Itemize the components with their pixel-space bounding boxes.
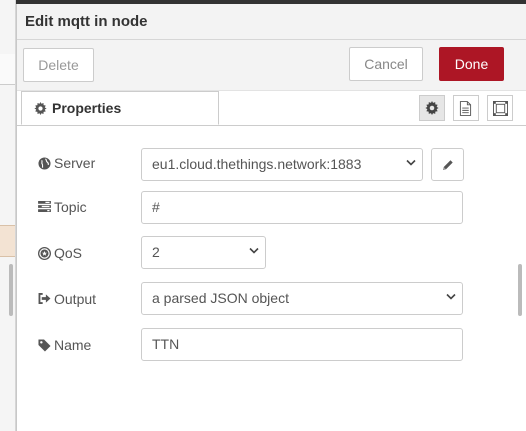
cancel-button[interactable]: Cancel (349, 47, 423, 81)
delete-button[interactable]: Delete (23, 48, 94, 82)
tray-scrollbar[interactable] (518, 264, 522, 316)
tray-title: Edit mqtt in node (25, 13, 148, 30)
topic-input[interactable]: # (141, 191, 463, 224)
tab-properties[interactable]: Properties (21, 91, 219, 125)
sign-out-icon (38, 293, 51, 304)
expand-icon (493, 101, 508, 116)
workspace-background (0, 0, 16, 431)
done-button[interactable]: Done (439, 47, 504, 81)
cog-icon (425, 101, 439, 115)
description-view-button[interactable] (453, 95, 479, 121)
name-input[interactable]: TTN (141, 328, 463, 361)
globe-icon (38, 157, 51, 170)
output-select-value: a parsed JSON object (152, 290, 289, 306)
output-select[interactable]: a parsed JSON object (141, 282, 463, 315)
qos-icon (38, 247, 51, 260)
edit-tray: Edit mqtt in node Delete Cancel Done Pro… (16, 4, 526, 431)
chevron-down-icon (249, 247, 259, 254)
name-label-text: Name (54, 337, 92, 353)
tray-header: Edit mqtt in node (17, 4, 526, 40)
tasks-icon (38, 201, 51, 212)
edit-server-button[interactable] (431, 148, 464, 181)
workspace-scrollbar[interactable] (9, 264, 13, 316)
server-label-text: Server (54, 155, 96, 171)
name-input-value: TTN (152, 336, 180, 352)
tab-properties-label: Properties (52, 100, 122, 116)
server-select-value: eu1.cloud.thethings.network:1883 (152, 156, 362, 172)
tabs-row: Properties (17, 91, 526, 126)
output-label-text: Output (54, 291, 97, 307)
qos-label-text: QoS (54, 245, 83, 261)
qos-select-value: 2 (152, 244, 160, 260)
pencil-icon (443, 160, 453, 170)
workspace-node-fragment (0, 225, 15, 257)
server-select[interactable]: eu1.cloud.thethings.network:1883 (141, 148, 423, 181)
chevron-down-icon (406, 159, 416, 166)
qos-select[interactable]: 2 (141, 236, 266, 269)
tag-icon (38, 339, 51, 352)
tray-toolbar: Delete Cancel Done (17, 40, 526, 91)
properties-view-button[interactable] (419, 95, 445, 121)
file-text-icon (459, 101, 472, 116)
workspace-fragment (0, 54, 15, 85)
topic-label-text: Topic (54, 199, 87, 215)
topic-input-value: # (152, 199, 160, 215)
chevron-down-icon (446, 293, 456, 300)
appearance-view-button[interactable] (487, 95, 513, 121)
cog-icon (34, 102, 47, 115)
